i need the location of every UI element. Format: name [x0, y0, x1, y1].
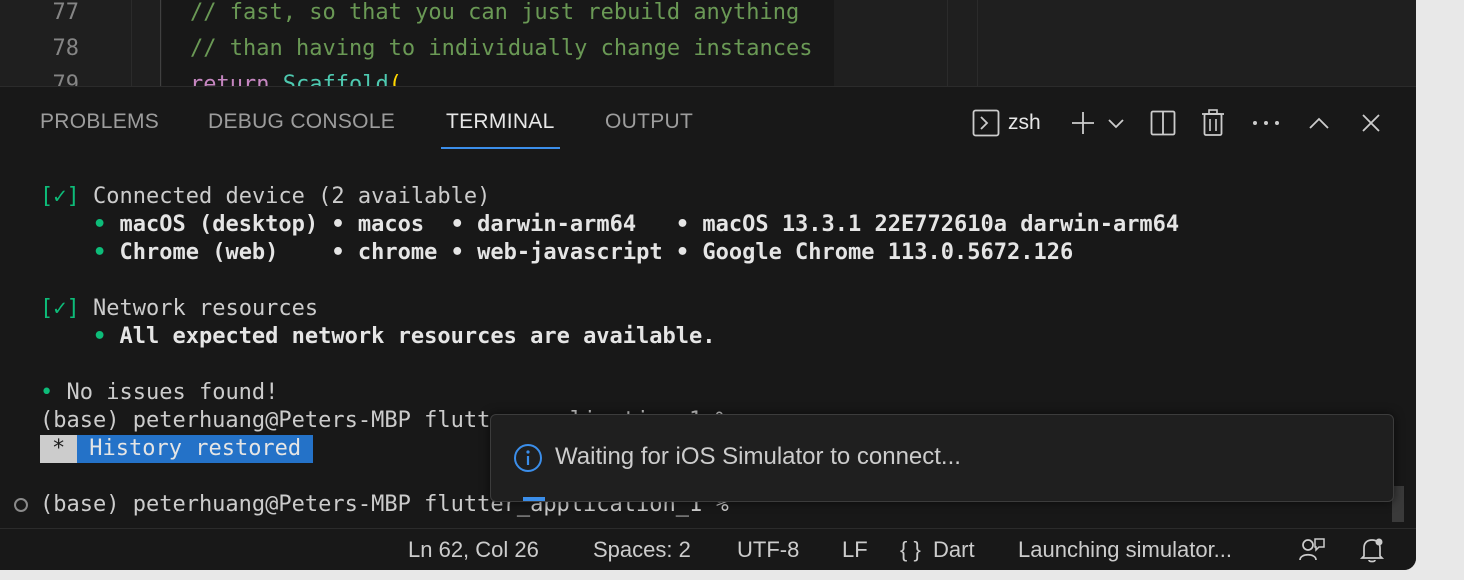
paren: ( — [388, 72, 402, 86]
end-of-line[interactable]: LF — [842, 529, 868, 570]
terminal-name: zsh — [1008, 111, 1041, 134]
line-number: 77 — [52, 0, 80, 25]
terminal-line: • Chrome (web) • chrome • web-javascript… — [92, 240, 1074, 265]
editor-area: 77 78 79 // fast, so that you can just r… — [0, 0, 1416, 86]
code-line: return Scaffold( — [190, 72, 402, 86]
code-line: // fast, so that you can just rebuild an… — [190, 0, 800, 25]
indent-guide — [160, 0, 161, 86]
notification-progress — [523, 497, 545, 501]
encoding[interactable]: UTF-8 — [737, 529, 799, 570]
code-text-area[interactable]: // fast, so that you can just rebuild an… — [162, 0, 834, 86]
editor-scrollbar[interactable] — [948, 0, 978, 86]
terminal-line: [✓] Connected device (2 available) — [40, 184, 491, 209]
split-icon — [1150, 110, 1176, 136]
chevron-down-icon — [1108, 119, 1124, 129]
class-name: Scaffold — [282, 72, 389, 86]
status-bar: Ln 62, Col 26 Spaces: 2 UTF-8 LF { } Dar… — [0, 528, 1416, 570]
indentation[interactable]: Spaces: 2 — [593, 529, 691, 570]
keyword: return — [190, 72, 270, 86]
more-actions-button[interactable] — [1250, 103, 1282, 143]
maximize-panel-button[interactable] — [1304, 103, 1334, 143]
split-terminal-button[interactable] — [1148, 103, 1178, 143]
line-number: 78 — [52, 36, 80, 61]
terminal-line: • No issues found! — [40, 380, 279, 405]
bell-icon[interactable] — [1358, 536, 1386, 564]
plus-icon — [1072, 112, 1094, 134]
terminal-line: • macOS (desktop) • macos • darwin-arm64… — [92, 212, 1180, 237]
kill-terminal-button[interactable] — [1198, 103, 1228, 143]
language-mode[interactable]: { } Dart — [900, 529, 975, 570]
braces-icon: { } — [900, 537, 921, 562]
code-line: // than having to individually change in… — [190, 36, 813, 61]
chevron-up-icon — [1309, 117, 1329, 129]
close-icon — [1362, 114, 1380, 132]
info-icon — [514, 444, 542, 472]
trash-icon — [1202, 109, 1224, 136]
feedback-icon[interactable] — [1298, 536, 1326, 564]
check-mark: [✓] — [40, 184, 80, 209]
notification-toast[interactable]: Waiting for iOS Simulator to connect... — [490, 414, 1394, 502]
notification-message: Waiting for iOS Simulator to connect... — [555, 443, 961, 470]
launch-profile-button[interactable] — [1104, 103, 1128, 143]
vscode-window: 77 78 79 // fast, so that you can just r… — [0, 0, 1416, 570]
close-panel-button[interactable] — [1356, 103, 1386, 143]
command-decoration-icon[interactable] — [14, 498, 28, 512]
ellipsis-icon — [1253, 121, 1279, 125]
line-number: 79 — [52, 72, 80, 86]
panel-actions: zsh — [0, 103, 1416, 143]
history-restored-banner: * History restored — [40, 435, 314, 463]
terminal-line: [✓] Network resources — [40, 296, 319, 321]
new-terminal-button[interactable] — [1068, 103, 1098, 143]
terminal-line: • All expected network resources are ava… — [92, 324, 716, 349]
launch-status[interactable]: Launching simulator... — [1018, 529, 1232, 570]
terminal-icon — [972, 109, 1000, 137]
check-mark: [✓] — [40, 296, 80, 321]
cursor-position[interactable]: Ln 62, Col 26 — [408, 529, 539, 570]
minimap[interactable] — [834, 0, 948, 86]
line-number-gutter: 77 78 79 — [0, 0, 132, 86]
terminal-selector[interactable]: zsh — [972, 103, 1062, 143]
